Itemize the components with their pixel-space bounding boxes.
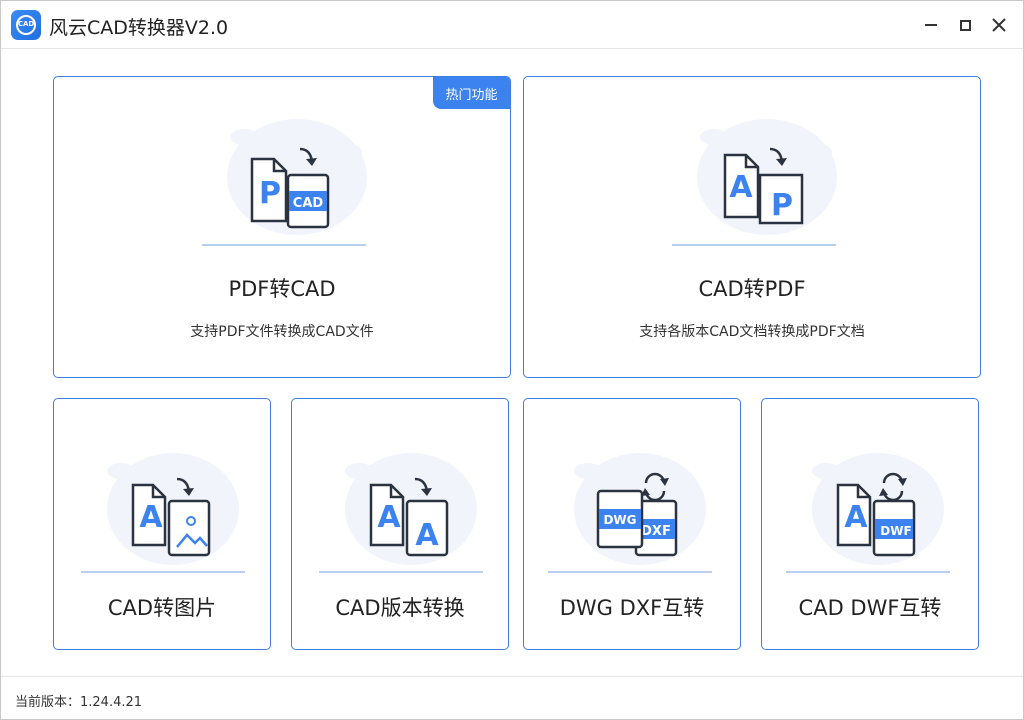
app-title: 风云CAD转换器V2.0 bbox=[49, 17, 229, 39]
cad-version-card[interactable]: A A CAD版本转换 bbox=[291, 398, 509, 650]
dwg-label: DWG bbox=[603, 513, 636, 527]
pdf-to-cad-card[interactable]: 热门功能 CAD P PDF转CAD 支持PDF文件转换成CAD文件 bbox=[53, 76, 511, 378]
cad-dwf-title: CAD DWF互转 bbox=[798, 596, 942, 620]
pdf-to-cad-icon: CAD P bbox=[202, 119, 367, 246]
dwf-label: DWF bbox=[880, 524, 911, 538]
pdf-to-cad-title: PDF转CAD bbox=[228, 277, 336, 301]
title-bar: CAD 风云CAD转换器V2.0 bbox=[1, 1, 1023, 49]
status-bar: 当前版本：1.24.4.21 bbox=[1, 676, 1023, 719]
dxf-label: DXF bbox=[641, 524, 671, 539]
dwg-dxf-icon: DXF DWG bbox=[548, 453, 712, 573]
dwg-dxf-card[interactable]: DXF DWG DWG DXF互转 bbox=[523, 398, 741, 650]
app-logo-text: CAD bbox=[17, 20, 35, 28]
version-letter-back: A bbox=[415, 518, 439, 553]
cad-version-icon: A A bbox=[319, 453, 483, 573]
cad-to-image-title: CAD转图片 bbox=[107, 596, 217, 620]
cad-dwf-icon: DWF A bbox=[786, 453, 950, 573]
pdf-letter-back: P bbox=[771, 188, 793, 223]
cad-to-image-card[interactable]: A CAD转图片 bbox=[53, 398, 271, 650]
version-letter-front: A bbox=[377, 500, 401, 535]
cad-dwf-card[interactable]: DWF A CAD DWF互转 bbox=[761, 398, 979, 650]
app-window: CAD 风云CAD转换器V2.0 热门功能 CAD P PDF转CAD 支持PD… bbox=[0, 0, 1024, 720]
dwf-cad-letter: A bbox=[844, 500, 868, 535]
cad-to-pdf-title: CAD转PDF bbox=[698, 277, 806, 301]
app-logo-icon: CAD bbox=[11, 10, 41, 40]
close-icon bbox=[992, 18, 1006, 32]
cad-version-title: CAD版本转换 bbox=[335, 596, 465, 620]
cad-to-pdf-desc: 支持各版本CAD文档转换成PDF文档 bbox=[639, 324, 865, 340]
minimize-button[interactable] bbox=[919, 13, 943, 37]
maximize-icon bbox=[959, 19, 971, 31]
close-button[interactable] bbox=[987, 13, 1011, 37]
pdf-letter: P bbox=[259, 176, 281, 211]
cad-to-pdf-card[interactable]: P A CAD转PDF 支持各版本CAD文档转换成PDF文档 bbox=[523, 76, 981, 378]
minimize-icon bbox=[925, 24, 937, 26]
pdf-to-cad-desc: 支持PDF文件转换成CAD文件 bbox=[190, 324, 374, 340]
maximize-button[interactable] bbox=[953, 13, 977, 37]
cad-letter: A bbox=[729, 170, 753, 205]
hot-feature-badge: 热门功能 bbox=[433, 77, 510, 109]
cad-image-letter: A bbox=[139, 500, 163, 535]
cad-label: CAD bbox=[293, 196, 324, 211]
version-label: 当前版本：1.24.4.21 bbox=[15, 695, 143, 710]
dwg-dxf-title: DWG DXF互转 bbox=[559, 596, 705, 620]
cad-to-pdf-icon: P A bbox=[672, 119, 837, 246]
cad-to-image-icon: A bbox=[81, 453, 245, 573]
